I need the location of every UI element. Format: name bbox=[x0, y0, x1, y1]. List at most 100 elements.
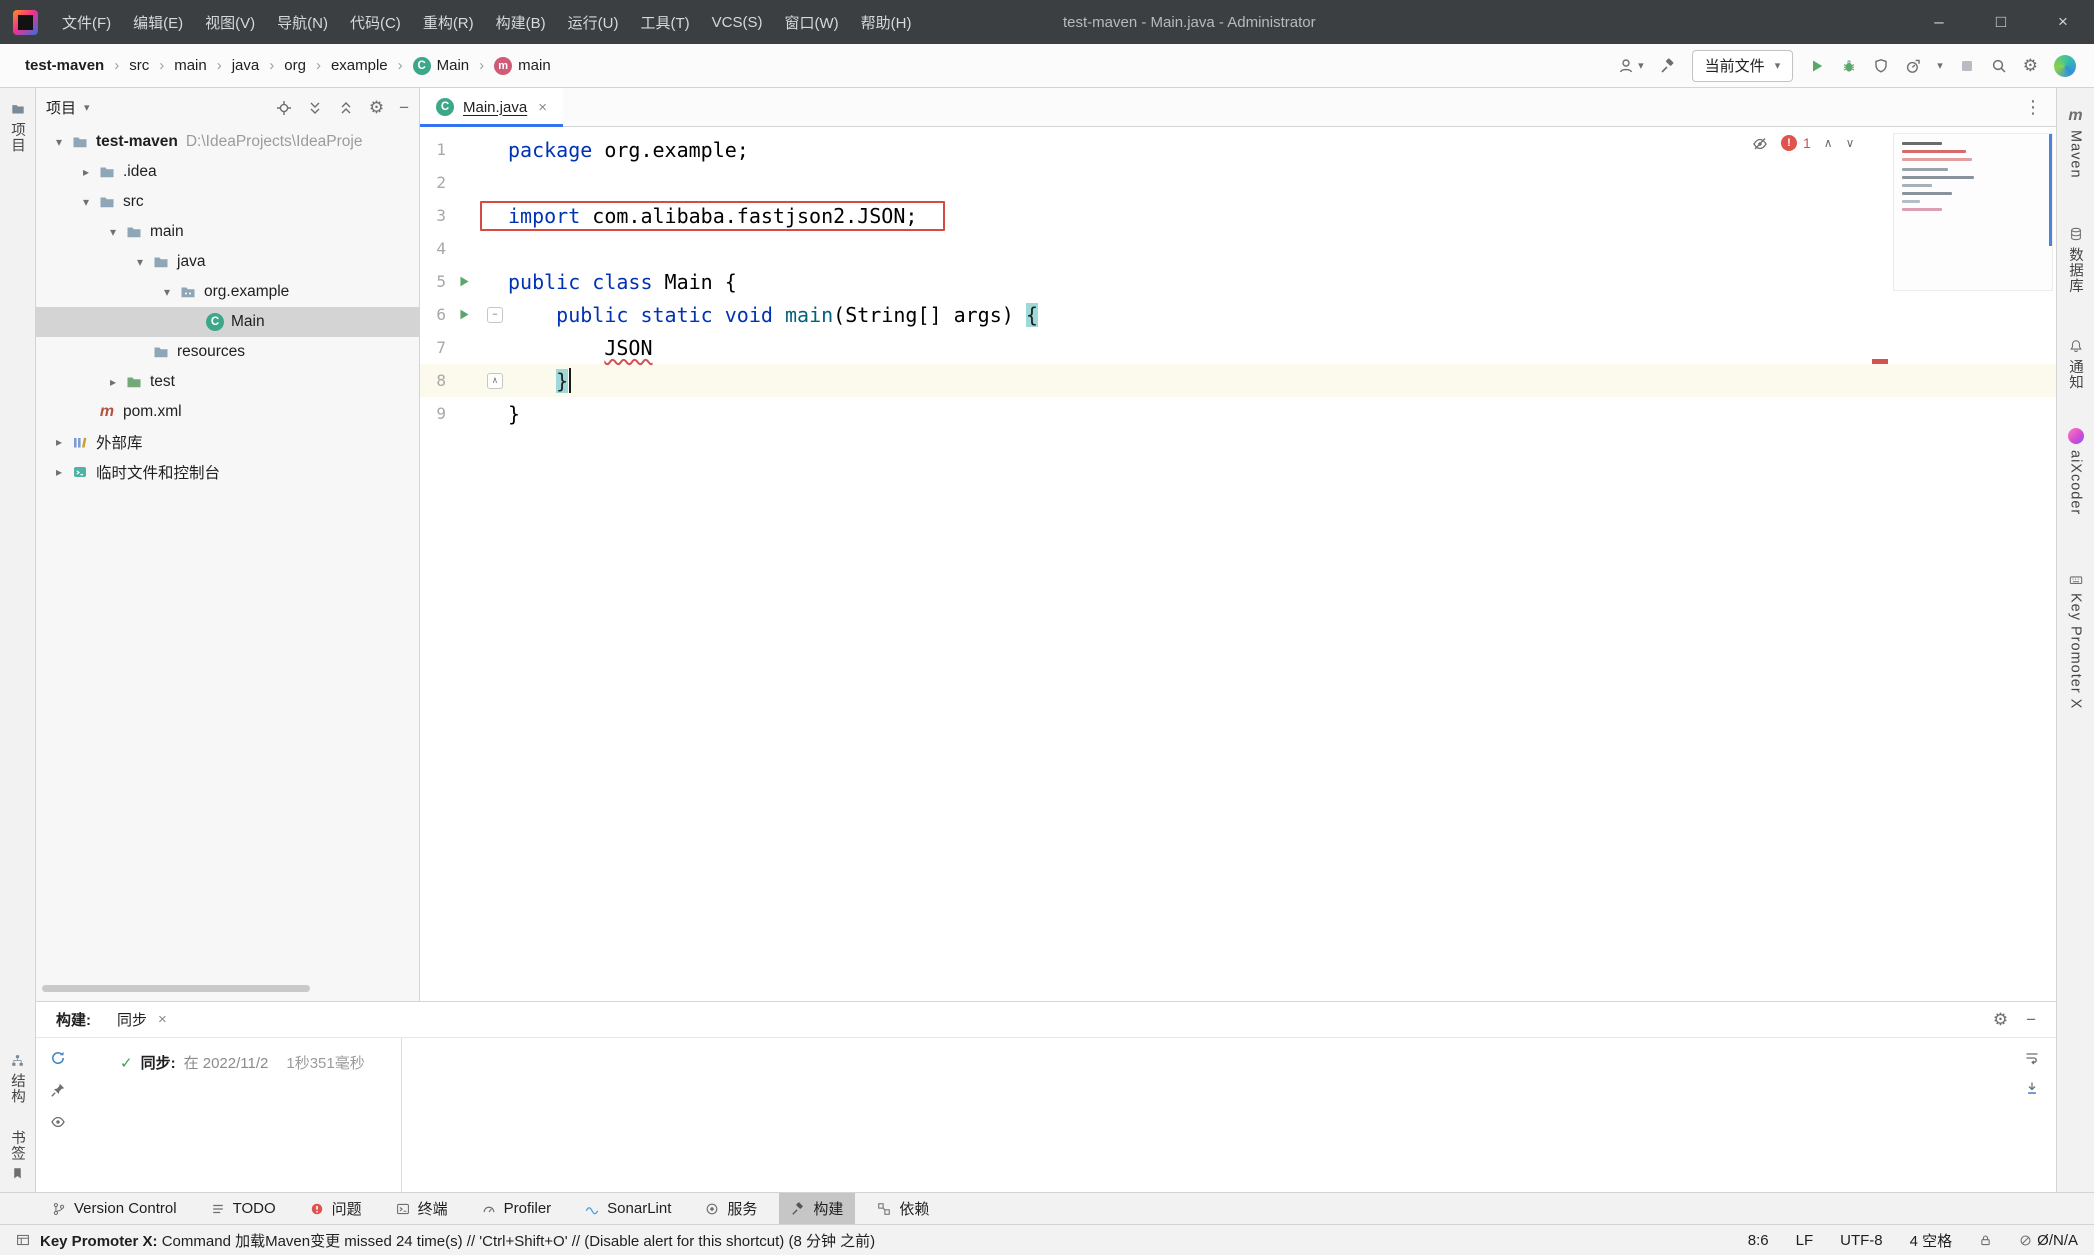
hide-panel-icon[interactable]: − bbox=[399, 98, 409, 118]
tree-row-src[interactable]: ▾ src bbox=[36, 187, 419, 217]
fold-end-icon[interactable]: ∧ bbox=[487, 373, 503, 389]
breadcrumb-project[interactable]: test-maven bbox=[20, 54, 109, 77]
toolwindow-bookmarks-stripe[interactable]: 书签 bbox=[7, 1130, 28, 1180]
tab-main-java[interactable]: C Main.java × bbox=[420, 88, 563, 127]
toolwindow-structure-stripe[interactable]: 结构 bbox=[7, 1054, 28, 1104]
memory-indicator[interactable]: Ø/N/A bbox=[2019, 1232, 2078, 1249]
profile-menu[interactable]: ▾ bbox=[1618, 58, 1644, 74]
chevron-collapsed-icon[interactable]: ▸ bbox=[75, 165, 97, 179]
debug-button[interactable] bbox=[1841, 58, 1857, 74]
toolwindow-aixcoder-stripe[interactable]: aiXcoder bbox=[2068, 428, 2084, 515]
tree-row-idea[interactable]: ▸ .idea bbox=[36, 157, 419, 187]
lock-icon[interactable] bbox=[1979, 1234, 1992, 1247]
profiler-button[interactable] bbox=[1905, 58, 1921, 74]
tree-row-main-class[interactable]: C Main bbox=[36, 307, 419, 337]
tree-row-main[interactable]: ▾ main bbox=[36, 217, 419, 247]
code-minimap[interactable] bbox=[1893, 133, 2053, 291]
chevron-collapsed-icon[interactable]: ▸ bbox=[48, 435, 70, 449]
build-splitter[interactable] bbox=[401, 1038, 402, 1192]
tree-row-external-libraries[interactable]: ▸ 外部库 bbox=[36, 427, 419, 457]
close-tab-icon[interactable]: × bbox=[538, 99, 547, 116]
toolwindow-database-st ripe[interactable]: 数据库 bbox=[2065, 227, 2086, 294]
code-editor[interactable]: 1 package org.example; 2 3 import com.al… bbox=[420, 127, 2056, 1006]
toolwindow-notifications-stripe[interactable]: 通知 bbox=[2065, 339, 2086, 390]
chevron-expanded-icon[interactable]: ▾ bbox=[48, 135, 70, 149]
menu-help[interactable]: 帮助(H) bbox=[850, 0, 923, 44]
close-build-tab-icon[interactable]: × bbox=[158, 1011, 167, 1028]
toolwindow-dependencies[interactable]: 依赖 bbox=[865, 1193, 941, 1225]
tree-row-java[interactable]: ▾ java bbox=[36, 247, 419, 277]
editor-options-icon[interactable]: ⋮ bbox=[2024, 97, 2056, 118]
soft-wrap-icon[interactable] bbox=[2024, 1050, 2040, 1066]
pin-icon[interactable] bbox=[50, 1082, 66, 1098]
chevron-collapsed-icon[interactable]: ▸ bbox=[102, 375, 124, 389]
run-button[interactable] bbox=[1809, 58, 1825, 74]
toolwindow-maven-stripe[interactable]: m Maven bbox=[2068, 108, 2084, 179]
highlight-level-eye-icon[interactable] bbox=[1752, 135, 1768, 151]
toolwindow-key-promoter-stripe[interactable]: Key Promoter X bbox=[2068, 573, 2084, 709]
settings-gear-icon[interactable]: ⚙ bbox=[2023, 56, 2038, 76]
chevron-down-icon[interactable]: ▾ bbox=[84, 101, 90, 114]
previous-error-icon[interactable]: ∧ bbox=[1824, 136, 1833, 150]
error-stripe-mark[interactable] bbox=[1872, 359, 1888, 364]
stop-button[interactable] bbox=[1959, 58, 1975, 74]
tree-row-scratches[interactable]: ▸ 临时文件和控制台 bbox=[36, 457, 419, 487]
menu-run[interactable]: 运行(U) bbox=[557, 0, 630, 44]
chevron-expanded-icon[interactable]: ▾ bbox=[102, 225, 124, 239]
breadcrumb-src[interactable]: src bbox=[124, 54, 154, 77]
collapse-all-icon[interactable] bbox=[338, 100, 354, 116]
error-badge-icon[interactable]: ! bbox=[1781, 135, 1797, 151]
project-panel-title[interactable]: 项目 bbox=[46, 97, 76, 118]
project-settings-gear-icon[interactable]: ⚙ bbox=[369, 98, 384, 118]
run-class-gutter-icon[interactable] bbox=[458, 275, 471, 288]
build-hammer-icon[interactable] bbox=[1660, 58, 1676, 74]
menu-navigate[interactable]: 导航(N) bbox=[266, 0, 339, 44]
build-settings-gear-icon[interactable]: ⚙ bbox=[1993, 1010, 2008, 1030]
plugin-gradient-icon[interactable] bbox=[2054, 55, 2076, 77]
indent-setting[interactable]: 4 空格 bbox=[1910, 1230, 1953, 1251]
more-run-actions-chevron-icon[interactable]: ▾ bbox=[1937, 59, 1943, 72]
chevron-expanded-icon[interactable]: ▾ bbox=[129, 255, 151, 269]
caret-position[interactable]: 8:6 bbox=[1748, 1232, 1769, 1249]
maximize-button[interactable]: □ bbox=[1970, 0, 2032, 44]
menu-vcs[interactable]: VCS(S) bbox=[701, 0, 774, 44]
menu-tools[interactable]: 工具(T) bbox=[629, 0, 700, 44]
filter-eye-icon[interactable] bbox=[50, 1114, 66, 1130]
expand-all-icon[interactable] bbox=[307, 100, 323, 116]
menu-refactor[interactable]: 重构(R) bbox=[412, 0, 485, 44]
chevron-collapsed-icon[interactable]: ▸ bbox=[48, 465, 70, 479]
chevron-expanded-icon[interactable]: ▾ bbox=[75, 195, 97, 209]
coverage-button[interactable] bbox=[1873, 58, 1889, 74]
reload-sync-icon[interactable] bbox=[50, 1050, 66, 1066]
breadcrumb-main-dir[interactable]: main bbox=[169, 54, 212, 77]
breadcrumb-java[interactable]: java bbox=[227, 54, 265, 77]
scroll-to-end-icon[interactable] bbox=[2024, 1080, 2040, 1096]
next-error-icon[interactable]: ∨ bbox=[1846, 136, 1855, 150]
tree-row-pom[interactable]: m pom.xml bbox=[36, 397, 419, 427]
line-separator[interactable]: LF bbox=[1796, 1232, 1814, 1249]
menu-view[interactable]: 视图(V) bbox=[194, 0, 266, 44]
menu-window[interactable]: 窗口(W) bbox=[773, 0, 849, 44]
toolwindow-layout-icon[interactable] bbox=[16, 1233, 30, 1247]
tree-row-test-maven[interactable]: ▾ test-maven D:\IdeaProjects\IdeaProje bbox=[36, 127, 419, 157]
horizontal-scrollbar[interactable] bbox=[42, 985, 310, 992]
chevron-expanded-icon[interactable]: ▾ bbox=[156, 285, 178, 299]
run-method-gutter-icon[interactable] bbox=[458, 308, 471, 321]
breadcrumb-method-main[interactable]: m main bbox=[489, 54, 556, 78]
tree-row-org-example[interactable]: ▾ org.example bbox=[36, 277, 419, 307]
run-configuration-select[interactable]: 当前文件 ▾ bbox=[1692, 50, 1794, 82]
build-status-row[interactable]: ✓ 同步: 在 2022/11/2 1秒351毫秒 bbox=[120, 1052, 365, 1073]
tree-row-resources[interactable]: resources bbox=[36, 337, 419, 367]
toolwindow-build-active[interactable]: 构建 bbox=[779, 1193, 855, 1225]
toolwindow-sonarlint[interactable]: SonarLint bbox=[573, 1193, 683, 1225]
toolwindow-version-control[interactable]: Version Control bbox=[40, 1193, 189, 1225]
build-tab-sync[interactable]: 同步 × bbox=[117, 1009, 167, 1030]
search-everywhere-icon[interactable] bbox=[1991, 58, 2007, 74]
toolwindow-profiler[interactable]: Profiler bbox=[470, 1193, 564, 1225]
breadcrumb-class-main[interactable]: C Main bbox=[408, 54, 475, 78]
hide-build-panel-icon[interactable]: − bbox=[2026, 1010, 2036, 1030]
toolwindow-todo[interactable]: TODO bbox=[199, 1193, 288, 1225]
toolwindow-problems[interactable]: 问题 bbox=[298, 1193, 374, 1225]
tree-row-test[interactable]: ▸ test bbox=[36, 367, 419, 397]
minimap-viewport[interactable] bbox=[2049, 134, 2052, 246]
